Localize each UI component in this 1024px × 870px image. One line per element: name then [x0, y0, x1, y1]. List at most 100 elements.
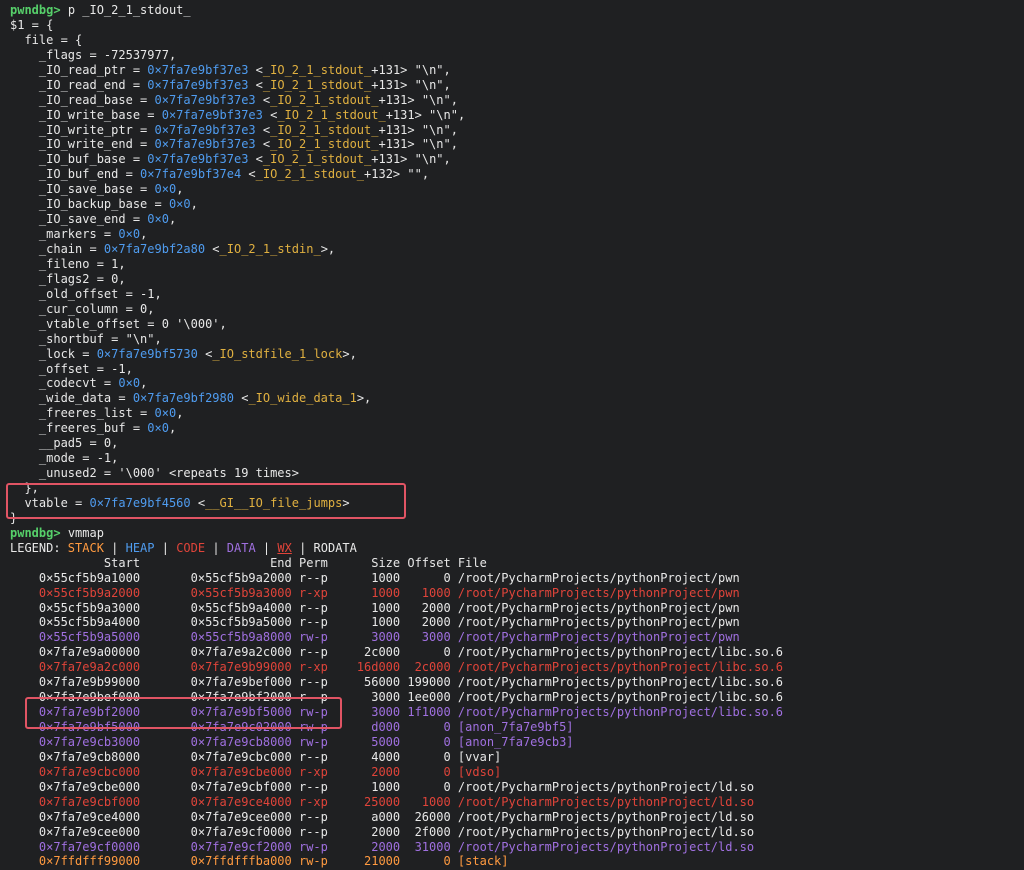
text-span: < [255, 122, 271, 137]
text-span: , [140, 376, 148, 391]
vmmap-row: 0×7fa7e9cee000 0×7fa7e9cf0000 r--p 2000 … [10, 824, 755, 839]
text-span: _IO_write_base = [10, 107, 162, 122]
struct-line: _IO_write_base = 0×7fa7e9bf37e3 <_IO_2_1… [10, 108, 1024, 123]
text-span: , [176, 406, 184, 421]
vmmap-row: 0×7ffdfff99000 0×7ffdfffba000 rw-p 21000… [10, 854, 509, 869]
text-span: _codecvt = [10, 376, 119, 391]
address-value: 0×0 [154, 182, 177, 197]
symbol-name: _IO_2_1_stdout_ [262, 152, 372, 167]
symbol-name: _IO_2_1_stdin_ [219, 242, 321, 256]
text-span: +131> "\n", [378, 92, 458, 107]
vmmap-row: 0×7fa7e9cbe000 0×7fa7e9cbf000 r--p 1000 … [10, 779, 755, 794]
text-span: _IO_read_base = [10, 92, 155, 107]
vmmap-row: 0×7fa7e9a00000 0×7fa7e9a2c000 r--p 2c000… [10, 645, 784, 660]
text-span: > [342, 495, 350, 510]
vmmap-row: 0×7fa7e9ce4000 0×7fa7e9cee000 r--p a000 … [10, 809, 755, 824]
text-span: +132> "", [364, 167, 430, 182]
text-span: _vtable_offset = 0 '\000', [10, 316, 227, 331]
text-span: , [140, 227, 148, 242]
symbol-name: __GI__IO_file_jumps [205, 495, 343, 510]
struct-line: _vtable_offset = 0 '\000', [10, 317, 1024, 332]
struct-line: _IO_save_end = 0×0, [10, 212, 1024, 227]
address-value: 0×7fa7e9bf2a80 [103, 242, 206, 256]
struct-line: _wide_data = 0×7fa7e9bf2980 <_IO_wide_da… [10, 391, 1024, 406]
text-span: , [168, 212, 177, 227]
text-span: < [262, 107, 278, 122]
text-span: +131> "\n", [385, 107, 466, 122]
struct-line: _unused2 = '\000' <repeats 19 times> [10, 466, 1024, 481]
address-value: 0×0 [118, 376, 141, 391]
text-span: _cur_column = 0, [10, 301, 155, 316]
struct-line: _freeres_list = 0×0, [10, 406, 1024, 421]
struct-line: _IO_save_base = 0×0, [10, 182, 1024, 197]
struct-line: }, [10, 481, 1024, 496]
text-span: _IO_write_end = [10, 137, 155, 152]
address-value: 0×7fa7e9bf4560 [89, 495, 191, 510]
symbol-name: _IO_2_1_stdout_ [270, 137, 379, 152]
vmmap-row: 0×55cf5b9a1000 0×55cf5b9a2000 r--p 1000 … [10, 570, 740, 585]
struct-line: _IO_backup_base = 0×0, [10, 197, 1024, 212]
struct-line: _flags2 = 0, [10, 272, 1024, 287]
symbol-name: _IO_2_1_stdout_ [262, 77, 372, 92]
vmmap-row: 0×55cf5b9a3000 0×55cf5b9a4000 r--p 1000 … [10, 600, 740, 615]
struct-line: _freeres_buf = 0×0, [10, 421, 1024, 436]
text-span: _wide_data = [10, 391, 133, 406]
text-span: _old_offset = -1, [10, 286, 162, 301]
symbol-name: _IO_2_1_stdout_ [270, 122, 379, 137]
legend-item-rodata: RODATA [313, 540, 357, 555]
vmmap-row: 0×7fa7e9b99000 0×7fa7e9bef000 r--p 56000… [10, 675, 784, 690]
symbol-name: _IO_stdfile_1_lock [212, 346, 343, 361]
text-span: } [10, 510, 18, 525]
command-line-1: pwndbg> p _IO_2_1_stdout_ [10, 3, 1024, 18]
text-span: _IO_read_ptr = [10, 62, 148, 77]
struct-line: _IO_buf_end = 0×7fa7e9bf37e4 <_IO_2_1_st… [10, 167, 1024, 182]
legend-separator: | [205, 540, 227, 555]
text-span: < [248, 62, 263, 77]
struct-line: _IO_read_ptr = 0×7fa7e9bf37e3 <_IO_2_1_s… [10, 63, 1024, 78]
text-span: _IO_save_end = [10, 212, 148, 227]
terminal-window[interactable]: pwndbg> p _IO_2_1_stdout_ $1 = { file = … [0, 0, 1024, 870]
text-span: >, [342, 346, 357, 361]
struct-line: file = { [10, 33, 1024, 48]
text-span: _freeres_buf = [10, 421, 148, 436]
symbol-name: _IO_2_1_stdout_ [270, 92, 379, 107]
text-span: file = { [10, 32, 83, 47]
prompt: pwndbg> [10, 525, 61, 540]
vmmap-row: 0×7fa7e9cbf000 0×7fa7e9ce4000 r-xp 25000… [10, 794, 755, 809]
text-span: < [255, 137, 271, 152]
struct-line: _old_offset = -1, [10, 287, 1024, 302]
text-span: _offset = -1, [10, 361, 133, 376]
text-span: +131> "\n", [371, 152, 451, 167]
vmmap-row: 0×7fa7e9a2c000 0×7fa7e9b99000 r-xp 16d00… [10, 660, 784, 675]
text-span: , [176, 182, 184, 197]
text-span: _flags = -72537977, [10, 47, 177, 62]
address-value: 0×7fa7e9bf37e4 [140, 167, 242, 182]
text-span: vtable = [10, 495, 90, 510]
text-span: +131> "\n", [378, 122, 458, 137]
legend-item-stack: STACK [67, 540, 104, 555]
text-span: }, [10, 481, 39, 495]
vmmap-row: 0×55cf5b9a5000 0×55cf5b9a8000 rw-p 3000 … [10, 630, 740, 645]
text-span: _IO_buf_end = [10, 167, 141, 182]
vmmap-row: 0×7fa7e9cb8000 0×7fa7e9cbc000 r--p 4000 … [10, 749, 502, 764]
text-span: < [233, 391, 249, 406]
legend-separator: | [103, 540, 126, 555]
vmmap-row: 0×7fa7e9bef000 0×7fa7e9bf2000 r--p 3000 … [10, 690, 784, 705]
address-value: 0×7fa7e9bf37e3 [154, 92, 256, 107]
struct-line: __pad5 = 0, [10, 436, 1024, 451]
struct-output: $1 = { file = { _flags = -72537977, _IO_… [10, 18, 1024, 526]
address-value: 0×7fa7e9bf37e3 [154, 122, 256, 137]
struct-line: _IO_read_base = 0×7fa7e9bf37e3 <_IO_2_1_… [10, 93, 1024, 108]
text-span: < [205, 242, 220, 256]
text-span: _unused2 = '\000' <repeats 19 times> [10, 466, 299, 481]
text-span: _IO_read_end = [10, 77, 148, 92]
text-span: _lock = [10, 346, 97, 361]
struct-line: _lock = 0×7fa7e9bf5730 <_IO_stdfile_1_lo… [10, 347, 1024, 362]
struct-line: _markers = 0×0, [10, 227, 1024, 242]
struct-line: _IO_write_end = 0×7fa7e9bf37e3 <_IO_2_1_… [10, 137, 1024, 152]
symbol-name: _IO_2_1_stdout_ [277, 107, 386, 122]
legend-item-heap: HEAP [125, 540, 155, 555]
address-value: 0×0 [168, 197, 191, 212]
legend-separator: | [154, 540, 177, 555]
legend-item-code: CODE [176, 540, 206, 555]
